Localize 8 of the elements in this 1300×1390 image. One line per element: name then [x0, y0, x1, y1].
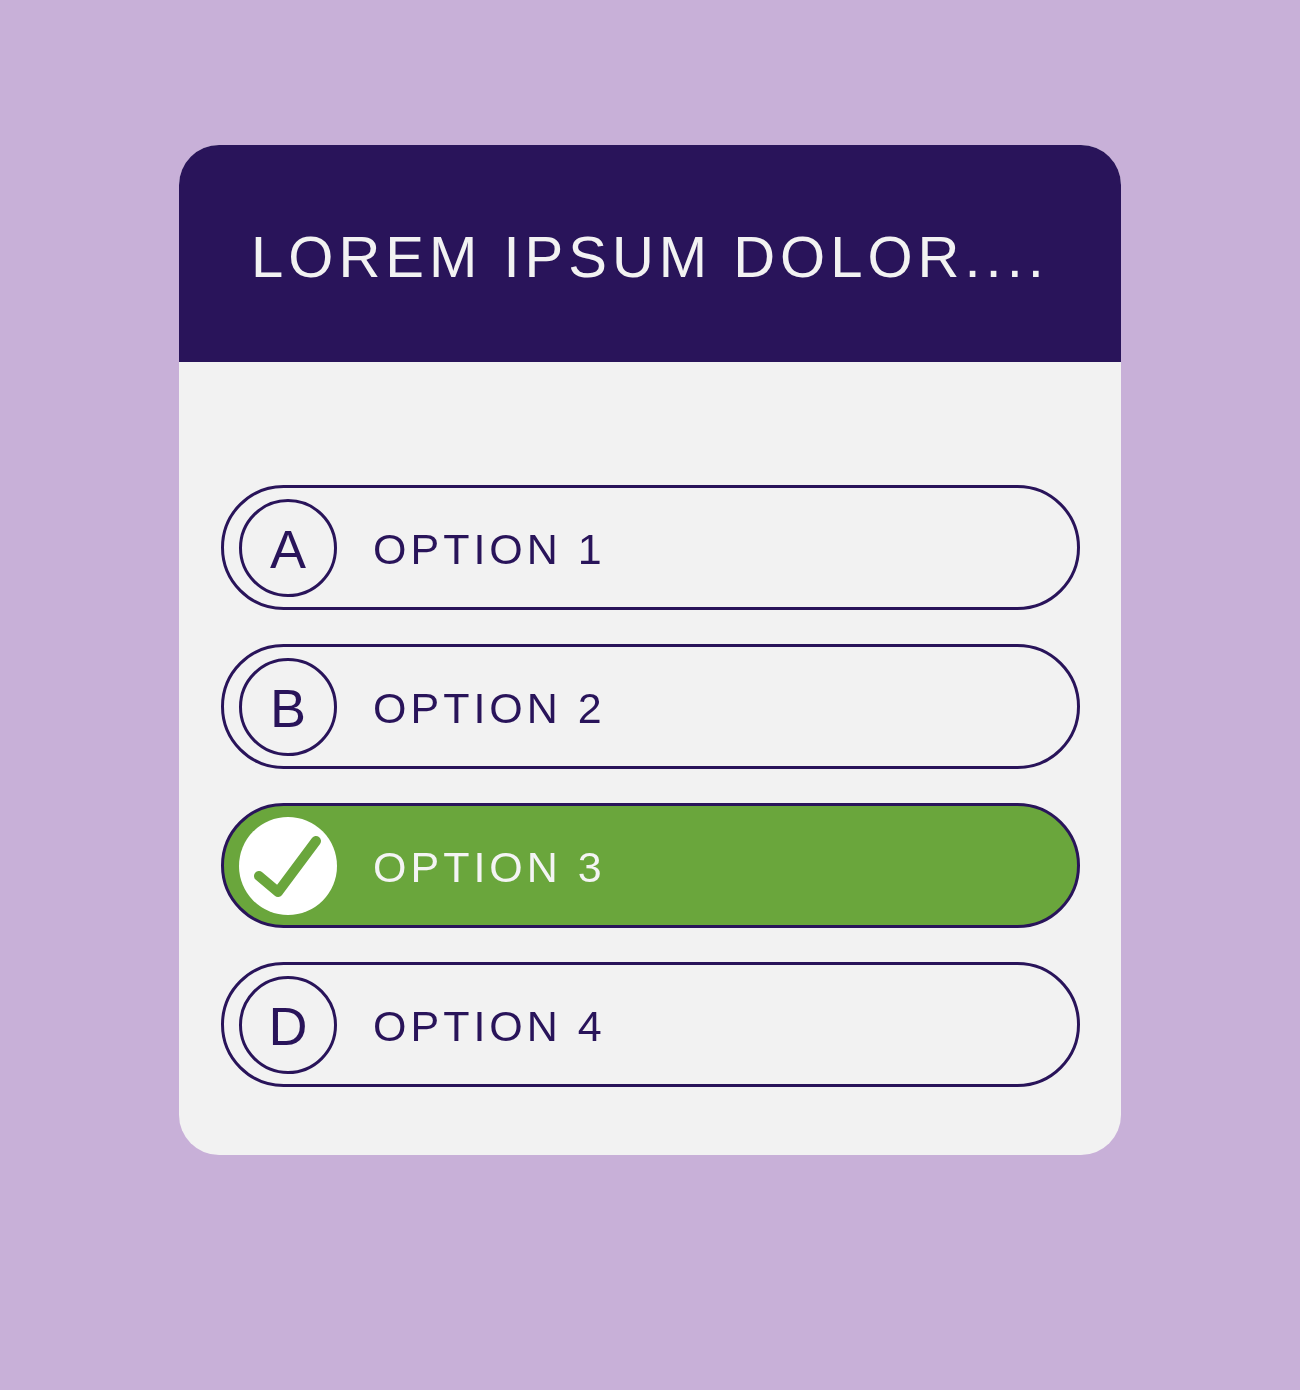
- option-button[interactable]: B OPTION 2: [221, 644, 1080, 769]
- option-letter: D: [239, 975, 337, 1074]
- option-letter: A: [239, 498, 337, 597]
- option-button[interactable]: D OPTION 4: [221, 962, 1080, 1087]
- option-letter: B: [239, 657, 337, 756]
- check-icon: [239, 816, 337, 915]
- option-button[interactable]: A OPTION 1: [221, 485, 1080, 610]
- quiz-title: LOREM IPSUM DOLOR....: [251, 227, 1049, 286]
